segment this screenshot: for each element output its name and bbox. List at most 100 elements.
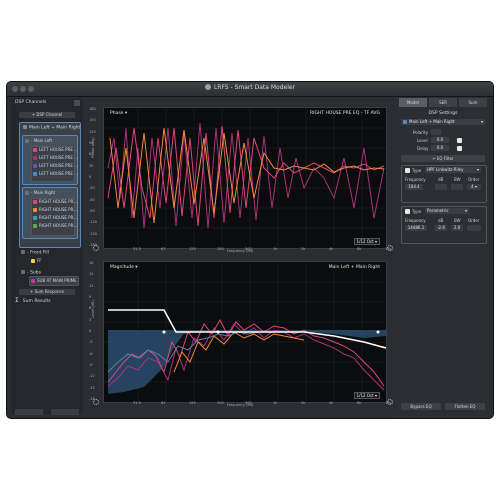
filter-1-order-select[interactable]: 4 ▾ xyxy=(467,184,481,190)
x-tick-label: 500 xyxy=(245,247,252,251)
chevron-down-icon: ▾ xyxy=(476,167,479,172)
list-item[interactable]: LEFT HOUSE PRE ... xyxy=(33,163,78,168)
info-button[interactable] xyxy=(15,409,43,415)
flatten-eq-button[interactable]: Flatten EQ xyxy=(445,403,485,410)
sidebar-menu-button[interactable] xyxy=(74,100,80,106)
phase-chart xyxy=(104,108,386,248)
phase-smoothing-select[interactable]: 1/12 Oct ▾ xyxy=(353,238,380,245)
speaker-icon xyxy=(21,250,25,254)
filter-1-bw-label: BW xyxy=(454,177,461,182)
list-item[interactable]: LEFT HOUSE PRE ... xyxy=(33,171,78,176)
list-item[interactable]: LEFT HOUSE PRE ... xyxy=(33,155,78,160)
phase-plot[interactable]: Phase ▾ RIGHT HOUSE PRE EQ - TF AVG 1/12… xyxy=(103,107,387,249)
filter-2-frequency-label: Frequency xyxy=(405,218,426,223)
delay-input[interactable]: 0.0 xyxy=(431,145,449,151)
settings-button[interactable] xyxy=(51,409,79,415)
tab-ser[interactable]: SER xyxy=(429,98,457,107)
y-tick-label: -12 xyxy=(89,374,95,379)
filter-1-enable-checkbox[interactable] xyxy=(405,168,410,173)
filter-2-bw-input[interactable]: 2.0 xyxy=(451,225,463,231)
x-tick-label: 2k xyxy=(301,247,306,251)
x-tick-label: 500 xyxy=(245,401,252,405)
main-left-group[interactable]: - Main Left LEFT HOUSE PRE ... LEFT HOUS… xyxy=(22,135,78,185)
filter-1-type-label: Type xyxy=(412,168,422,173)
polarity-toggle[interactable] xyxy=(431,129,441,135)
phase-smoothing-value: 1/12 Oct xyxy=(356,239,374,244)
subs-label[interactable]: - Subs xyxy=(21,270,41,276)
bypass-eq-button[interactable]: Bypass EQ xyxy=(401,403,441,410)
delay-checkbox[interactable] xyxy=(457,145,462,151)
filter-2-order-select[interactable] xyxy=(467,225,481,231)
eq-node-marker xyxy=(216,330,220,334)
tab-model[interactable]: Model xyxy=(399,98,427,107)
magnitude-chart xyxy=(104,262,386,402)
list-item-label: FF xyxy=(37,258,42,263)
trace-color-swatch xyxy=(33,147,37,152)
filter-2-type-select[interactable]: Parametric ▾ xyxy=(425,208,469,214)
add-dsp-channel-button[interactable]: + DSP Channel xyxy=(19,112,75,118)
filter-1-bw-input[interactable] xyxy=(451,184,463,190)
phase-grid xyxy=(104,108,386,248)
y-tick-label: 15 xyxy=(89,272,94,277)
filter-1-db-input[interactable] xyxy=(435,184,447,190)
level-input[interactable]: 0.0 xyxy=(431,137,449,143)
filter-1-type-select[interactable]: HPF Linkwitz-Riley ▾ xyxy=(425,167,481,173)
y-tick-label: 12 xyxy=(89,283,94,288)
filter-1-frequency-input[interactable]: 104.4 xyxy=(405,184,423,190)
magnitude-smoothing-select[interactable]: 1/12 Oct ▾ xyxy=(353,392,380,399)
y-tick-label: -30 xyxy=(89,186,95,191)
phase-label[interactable]: Phase ▾ xyxy=(110,111,127,116)
channel-select[interactable]: Main Left + Main Right ▾ xyxy=(401,119,485,125)
list-item[interactable]: RIGHT HOUSE PR... xyxy=(33,223,77,228)
y-tick-label: 9 xyxy=(89,295,92,299)
list-item[interactable]: SUB AT MAIN PRIME xyxy=(31,278,77,283)
y-tick-label: 0 xyxy=(89,329,92,333)
main-right-group[interactable]: - Main Right RIGHT HOUSE PR... RIGHT HOU… xyxy=(22,187,78,239)
filter-2-order-label: Order xyxy=(468,218,480,223)
filter-2-enable-checkbox[interactable] xyxy=(405,209,410,214)
trace-color-swatch xyxy=(33,207,37,212)
list-item-label: LEFT HOUSE PRE ... xyxy=(39,147,78,152)
list-item-label: RIGHT HOUSE PR... xyxy=(39,215,78,220)
list-item-label: LEFT HOUSE PRE ... xyxy=(39,163,78,168)
magnitude-label-text: Magnitude xyxy=(110,265,134,270)
y-tick-label: 18 xyxy=(89,261,94,265)
tab-sum[interactable]: Sum xyxy=(459,98,487,107)
front-fill-label[interactable]: - Front Fill xyxy=(21,250,49,256)
trace-color-swatch xyxy=(33,163,37,168)
dsp-settings-panel: Model SER Sum DSP Settings Main Left + M… xyxy=(397,98,489,418)
x-tick-label: 1k xyxy=(273,247,278,251)
filter-2-db-input[interactable]: -2.6 xyxy=(435,225,447,231)
list-item[interactable]: LEFT HOUSE PRE ... xyxy=(33,147,78,152)
graph-area: Phase ▾ RIGHT HOUSE PRE EQ - TF AVG 1/12… xyxy=(87,98,395,418)
y-tick-label: -150 xyxy=(89,231,97,236)
list-item-label: RIGHT HOUSE PR... xyxy=(39,223,78,228)
sum-results-text: Sum Results xyxy=(22,299,51,304)
link-icon xyxy=(23,125,27,129)
trace-color-swatch xyxy=(33,215,37,220)
x-tick-label: 8k xyxy=(357,401,362,405)
add-sum-response-button[interactable]: + Sum Response xyxy=(19,289,75,295)
filter-2-type-label: Type xyxy=(412,209,422,214)
magnitude-label[interactable]: Magnitude ▾ xyxy=(110,265,138,270)
main-group[interactable]: Main Left + Main Right - Main Left LEFT … xyxy=(19,122,81,248)
filter-2-type-value: Parametric xyxy=(427,208,449,213)
magnitude-plot[interactable]: Magnitude ▾ Main Left + Main Right 1/12 … xyxy=(103,261,387,403)
list-item[interactable]: FF xyxy=(31,258,42,263)
sum-results-label[interactable]: Σ Sum Results xyxy=(15,298,51,305)
x-tick-label: 31.5 xyxy=(133,247,141,251)
list-item[interactable]: RIGHT HOUSE PR... xyxy=(33,199,77,204)
list-item-label: RIGHT HOUSE PR... xyxy=(39,199,78,204)
y-tick-label: -9 xyxy=(89,363,93,367)
filter-2-frequency-input[interactable]: 14486.1 xyxy=(405,225,427,231)
channel-select-value: Main Left + Main Right xyxy=(409,119,455,124)
channel-icon xyxy=(25,138,29,143)
level-checkbox[interactable] xyxy=(457,137,462,143)
phase-trace-label: RIGHT HOUSE PRE EQ - TF AVG xyxy=(310,111,380,116)
list-item[interactable]: RIGHT HOUSE PR... xyxy=(33,207,77,212)
chevron-down-icon: ▾ xyxy=(480,119,483,124)
add-eq-filter-button[interactable]: + EQ Filter xyxy=(401,155,485,162)
x-tick-label: 8k xyxy=(357,247,362,251)
list-item[interactable]: RIGHT HOUSE PR... xyxy=(33,215,77,220)
y-tick-label: -6 xyxy=(89,351,93,356)
